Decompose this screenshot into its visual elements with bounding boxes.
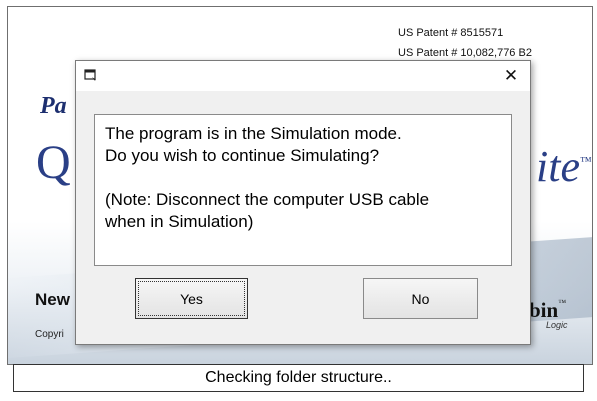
note-line-1: (Note: Disconnect the computer USB cable <box>105 190 430 209</box>
note-line-2: when in Simulation) <box>105 212 254 231</box>
patent-label-1: US Patent # 8515571 <box>398 27 504 39</box>
no-button[interactable]: No <box>363 278 478 319</box>
company-logo-text: bin <box>529 298 559 322</box>
copyright-label: Copyri <box>35 329 64 340</box>
patent-label-2: US Patent # 10,082,776 B2 <box>398 47 532 59</box>
brand-trademark: ™ <box>579 154 592 168</box>
company-logo-trademark: ™ <box>558 298 567 307</box>
company-logo-subtext: Logic <box>546 320 568 330</box>
yes-button[interactable]: Yes <box>135 278 248 319</box>
simulation-dialog: ✕ The program is in the Simulation mode.… <box>75 60 531 345</box>
message-line-1: The program is in the Simulation mode. <box>105 124 402 143</box>
status-text: Checking folder structure.. <box>205 369 392 386</box>
brand-suffix: ite™ <box>536 145 592 189</box>
close-icon[interactable]: ✕ <box>496 63 526 89</box>
dialog-titlebar[interactable]: ✕ <box>76 61 530 91</box>
brand-suffix-text: ite <box>536 142 580 191</box>
brand-prefix: Pa <box>40 93 67 119</box>
message-panel: The program is in the Simulation mode. D… <box>94 114 512 266</box>
new-label: New <box>35 290 70 309</box>
brand-q-letter: Q <box>36 136 71 189</box>
window-icon <box>84 68 98 82</box>
status-bar: Checking folder structure.. <box>13 364 584 392</box>
message-line-2: Do you wish to continue Simulating? <box>105 146 380 165</box>
